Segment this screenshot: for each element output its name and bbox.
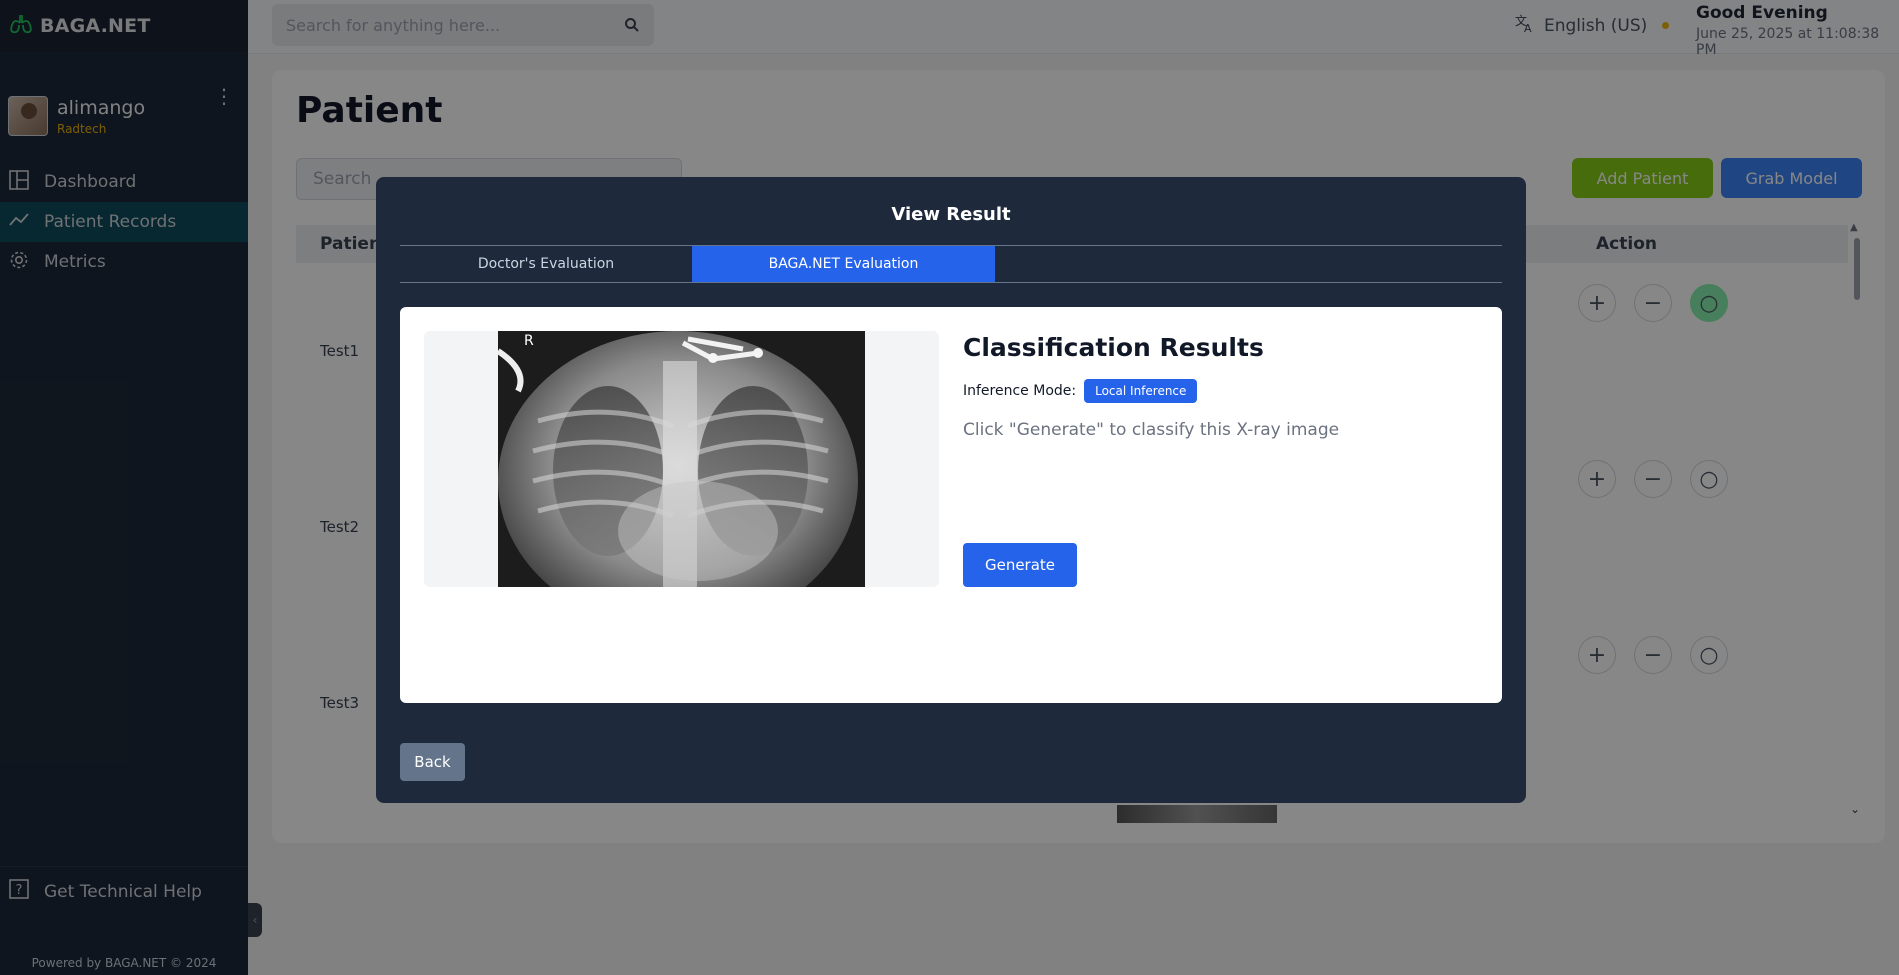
tab-doctors-evaluation[interactable]: Doctor's Evaluation [400, 246, 692, 282]
view-result-modal: View Result Doctor's Evaluation BAGA.NET… [376, 177, 1526, 803]
xray-side-marker: R [524, 333, 534, 349]
inference-mode: Inference Mode: Local Inference [963, 379, 1198, 403]
back-button[interactable]: Back [400, 743, 465, 781]
inference-mode-label: Inference Mode: [963, 383, 1077, 399]
inference-mode-badge: Local Inference [1084, 379, 1198, 403]
evaluation-tabs: Doctor's Evaluation BAGA.NET Evaluation [400, 245, 1502, 283]
xray-container: R [424, 331, 939, 587]
generate-button[interactable]: Generate [963, 543, 1077, 587]
xray-image: R [498, 331, 865, 587]
results-title: Classification Results [963, 333, 1264, 362]
generate-hint: Click "Generate" to classify this X-ray … [963, 420, 1340, 440]
evaluation-panel: R Classification Results Inference Mode:… [400, 307, 1502, 703]
modal-title: View Result [891, 204, 1011, 225]
tab-baganet-evaluation[interactable]: BAGA.NET Evaluation [692, 246, 995, 282]
